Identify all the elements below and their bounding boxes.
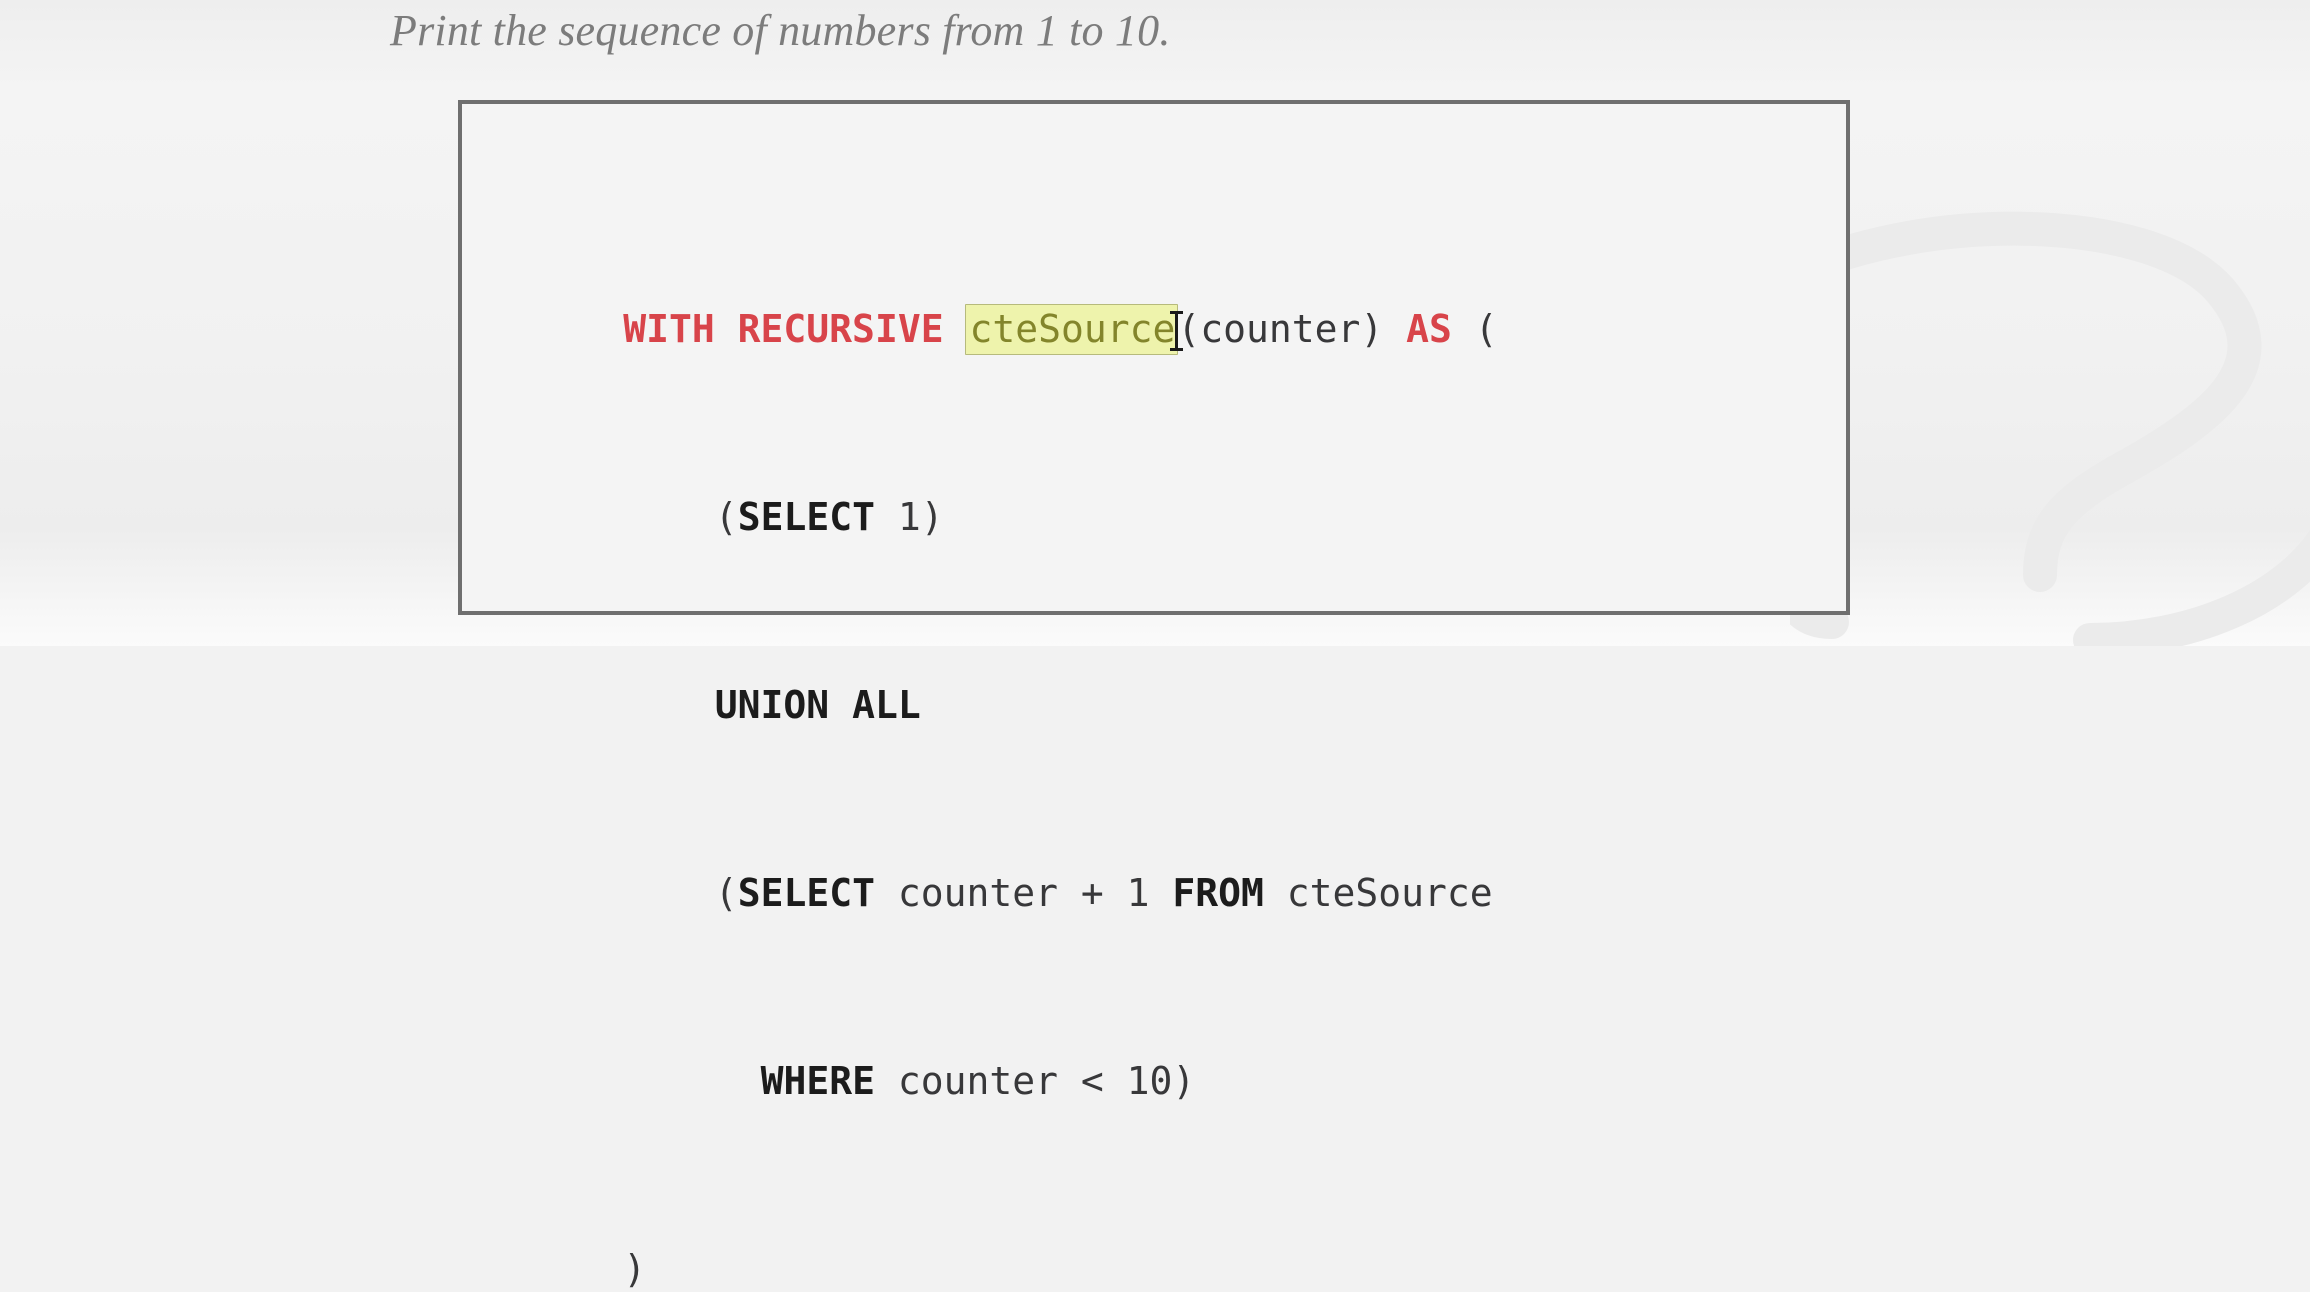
code-line: UNION ALL [486, 635, 1836, 727]
sql-plain: 1) [874, 495, 944, 539]
sql-indent [623, 683, 715, 727]
code-line: WHERE counter < 10) [486, 1011, 1836, 1103]
code-block-card[interactable]: WITH RECURSIVE cteSource (counter) AS ( (… [458, 100, 1850, 1291]
sql-keyword: UNION ALL [714, 683, 921, 727]
code-line: ) [486, 1199, 1836, 1291]
code-line: (SELECT counter + 1 FROM cteSource [486, 823, 1836, 915]
code-line: WITH RECURSIVE cteSource (counter) AS ( [486, 259, 1836, 355]
sql-plain: (counter) [1177, 307, 1384, 351]
sql-plain: counter + 1 [874, 871, 1173, 915]
sql-keyword: WHERE [760, 1059, 875, 1103]
page-title: Print the sequence of numbers from 1 to … [390, 6, 1171, 55]
sql-indent [623, 1059, 760, 1103]
sql-keyword: FROM [1172, 871, 1264, 915]
sql-plain: ( [714, 871, 738, 915]
code-content[interactable]: WITH RECURSIVE cteSource (counter) AS ( (… [486, 118, 1836, 1292]
sql-indent [623, 495, 715, 539]
sql-plain: counter < 10) [874, 1059, 1196, 1103]
sql-identifier: cteSource [1263, 871, 1493, 915]
sql-space [1383, 307, 1406, 351]
sql-keyword: AS [1406, 307, 1452, 351]
sql-plain: ) [623, 1247, 647, 1291]
sql-plain: ( [1451, 307, 1498, 351]
sql-indent [623, 871, 715, 915]
sql-keyword: SELECT [737, 495, 875, 539]
sql-keyword: SELECT [737, 871, 875, 915]
sql-plain: ( [714, 495, 738, 539]
code-line: (SELECT 1) [486, 447, 1836, 539]
highlighted-identifier[interactable]: cteSource [965, 304, 1179, 355]
sql-keyword: WITH RECURSIVE [623, 307, 967, 351]
